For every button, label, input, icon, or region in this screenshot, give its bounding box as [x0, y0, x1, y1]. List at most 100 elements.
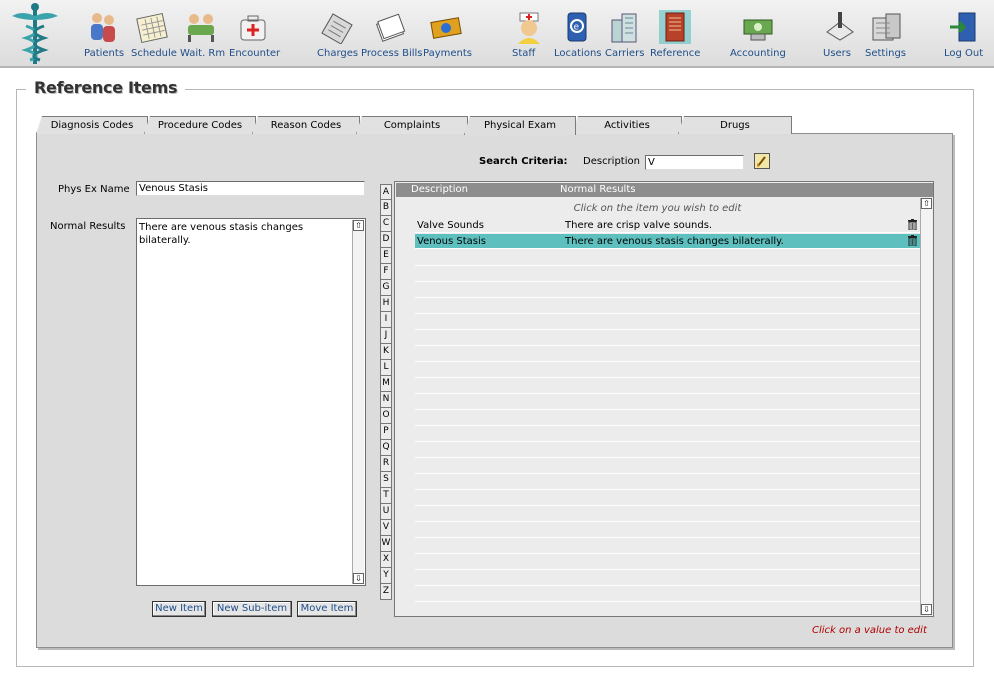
list-scroll-up-arrow-icon[interactable]: ⇧ — [921, 198, 932, 209]
toolbar-reference-label: Reference — [650, 48, 701, 59]
tab-complaints[interactable]: Complaints — [356, 116, 468, 134]
alpha-a[interactable]: A — [380, 184, 392, 200]
row-description: Venous Stasis — [417, 236, 486, 247]
scroll-up-arrow-icon[interactable]: ⇧ — [353, 220, 364, 231]
alpha-k[interactable]: K — [380, 344, 392, 360]
locations-icon: e — [567, 12, 587, 42]
list-scrollbar[interactable]: ⇧ ⇩ — [920, 198, 932, 615]
normal-results-scrollbar[interactable]: ⇧ ⇩ — [352, 220, 364, 584]
alpha-p[interactable]: P — [380, 424, 392, 440]
empty-row — [415, 506, 921, 522]
new-sub-item-button[interactable]: New Sub-item — [212, 601, 292, 617]
alpha-j[interactable]: J — [380, 328, 392, 344]
alpha-u[interactable]: U — [380, 504, 392, 520]
trash-icon[interactable] — [908, 219, 917, 230]
toolbar-users-button[interactable]: Users — [823, 10, 857, 66]
toolbar-accounting-label: Accounting — [730, 48, 786, 59]
alpha-z[interactable]: Z — [380, 584, 392, 600]
alpha-m[interactable]: M — [380, 376, 392, 392]
scroll-down-arrow-icon[interactable]: ⇩ — [353, 573, 364, 584]
tab-reason-codes[interactable]: Reason Codes — [252, 116, 360, 134]
toolbar-reference-button[interactable]: Reference — [650, 10, 700, 66]
list-header: Description Normal Results — [396, 183, 933, 197]
empty-row — [415, 330, 921, 346]
toolbar-locations-button[interactable]: e Locations — [554, 10, 602, 66]
waiting-room-icon — [188, 14, 214, 42]
column-normal-results[interactable]: Normal Results — [560, 183, 635, 197]
alpha-s[interactable]: S — [380, 472, 392, 488]
toolbar-encounter-button[interactable]: Encounter — [229, 10, 280, 66]
toolbar-waiting-room-button[interactable]: Wait. Rm — [180, 10, 225, 66]
alpha-c[interactable]: C — [380, 216, 392, 232]
tab-activities[interactable]: Activities — [572, 116, 682, 134]
alpha-w[interactable]: W — [380, 536, 392, 552]
alpha-i[interactable]: I — [380, 312, 392, 328]
charges-icon — [321, 13, 353, 44]
tab-drugs[interactable]: Drugs — [678, 116, 792, 134]
row-normal-results: There are venous stasis changes bilatera… — [565, 236, 784, 247]
alpha-n[interactable]: N — [380, 392, 392, 408]
caduceus-logo-icon — [12, 3, 58, 64]
accounting-icon — [743, 19, 773, 41]
patients-icon — [91, 13, 115, 42]
empty-row — [415, 266, 921, 282]
list-scroll-down-arrow-icon[interactable]: ⇩ — [921, 604, 932, 615]
toolbar-process-bills-button[interactable]: Process Bills — [361, 10, 423, 66]
toolbar-locations-label: Locations — [554, 48, 602, 59]
column-description[interactable]: Description — [411, 183, 468, 197]
toolbar-accounting-button[interactable]: Accounting — [730, 10, 786, 66]
move-item-button[interactable]: Move Item — [297, 601, 357, 617]
alpha-h[interactable]: H — [380, 296, 392, 312]
toolbar-staff-button[interactable]: Staff — [512, 10, 546, 66]
toolbar-settings-button[interactable]: Settings — [865, 10, 909, 66]
toolbar-schedule-label: Schedule — [131, 48, 177, 59]
empty-row — [415, 282, 921, 298]
tab-diagnosis-codes[interactable]: Diagnosis Codes — [36, 116, 148, 134]
alpha-t[interactable]: T — [380, 488, 392, 504]
alpha-r[interactable]: R — [380, 456, 392, 472]
trash-icon[interactable] — [908, 235, 917, 246]
phys-ex-name-label: Phys Ex Name — [58, 184, 130, 195]
encounter-icon — [240, 15, 266, 41]
toolbar-users-label: Users — [823, 48, 852, 59]
tab-procedure-codes[interactable]: Procedure Codes — [144, 116, 256, 134]
alpha-q[interactable]: Q — [380, 440, 392, 456]
empty-row — [415, 554, 921, 570]
empty-row — [415, 362, 921, 378]
toolbar-payments-button[interactable]: Payments — [423, 10, 472, 66]
toolbar-logout-button[interactable]: Log Out — [944, 10, 984, 66]
new-item-button[interactable]: New Item — [152, 601, 206, 617]
alpha-l[interactable]: L — [380, 360, 392, 376]
empty-row — [415, 394, 921, 410]
list-row-selected[interactable]: Venous Stasis There are venous stasis ch… — [415, 234, 921, 249]
empty-row — [415, 442, 921, 458]
search-criteria-label: Search Criteria: — [479, 156, 568, 167]
tab-physical-exam[interactable]: Physical Exam — [464, 116, 576, 135]
alpha-e[interactable]: E — [380, 248, 392, 264]
toolbar-patients-button[interactable]: Patients — [84, 10, 124, 66]
alpha-g[interactable]: G — [380, 280, 392, 296]
empty-row — [415, 346, 921, 362]
list-row[interactable]: Valve Sounds There are crisp valve sound… — [415, 218, 921, 233]
alpha-y[interactable]: Y — [380, 568, 392, 584]
alpha-d[interactable]: D — [380, 232, 392, 248]
phys-ex-name-input[interactable] — [136, 181, 365, 196]
empty-row — [415, 314, 921, 330]
toolbar-carriers-button[interactable]: Carriers — [605, 10, 645, 66]
search-description-input[interactable] — [645, 155, 744, 170]
normal-results-textarea[interactable]: There are venous stasis changes bilatera… — [136, 218, 366, 586]
reference-icon — [659, 10, 691, 44]
alpha-x[interactable]: X — [380, 552, 392, 568]
row-description: Valve Sounds — [417, 220, 484, 231]
search-button[interactable] — [754, 153, 770, 169]
alpha-b[interactable]: B — [380, 200, 392, 216]
toolbar-staff-label: Staff — [512, 48, 536, 59]
physical-exam-list: Description Normal Results Click on the … — [394, 181, 934, 617]
toolbar-charges-button[interactable]: Charges — [317, 10, 358, 66]
alpha-v[interactable]: V — [380, 520, 392, 536]
settings-icon — [872, 13, 901, 41]
toolbar-schedule-button[interactable]: Schedule — [131, 10, 177, 66]
empty-row — [415, 490, 921, 506]
alpha-o[interactable]: O — [380, 408, 392, 424]
alpha-f[interactable]: F — [380, 264, 392, 280]
